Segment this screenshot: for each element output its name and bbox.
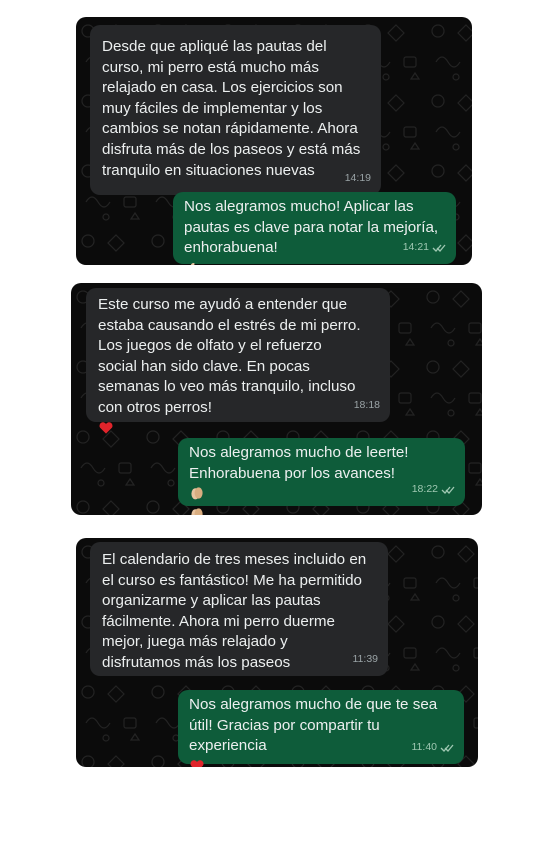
chat-card-2: Este curso me ayudó a entender que estab…	[71, 283, 482, 515]
clapping-hands-icon	[191, 508, 203, 515]
outgoing-message[interactable]: Nos alegramos mucho de que te sea útil! …	[178, 690, 464, 767]
message-text: Desde que apliqué las pautas del curso, …	[102, 38, 361, 179]
read-ticks-icon	[441, 486, 455, 494]
clapping-hands-icon	[191, 487, 203, 500]
chat-card-3: El calendario de tres meses incluido en …	[76, 538, 478, 767]
outgoing-message[interactable]: Nos alegramos mucho! Aplicar las pautas …	[173, 192, 456, 265]
incoming-message[interactable]: Desde que apliqué las pautas del curso, …	[90, 25, 381, 195]
read-ticks-icon	[440, 744, 454, 752]
red-heart-icon	[99, 421, 113, 434]
chat-card-1: Desde que apliqué las pautas del curso, …	[76, 17, 472, 265]
red-heart-icon	[190, 760, 204, 767]
message-text: El calendario de tres meses incluido en …	[102, 551, 367, 671]
message-text: Este curso me ayudó a entender que estab…	[98, 295, 379, 439]
message-time: 11:39	[352, 653, 379, 666]
message-time: 18:22	[412, 479, 455, 500]
message-time: 14:19	[344, 172, 371, 185]
incoming-message[interactable]: Este curso me ayudó a entender que estab…	[86, 288, 390, 434]
message-time: 14:21	[403, 237, 446, 258]
message-time: 11:40	[412, 737, 455, 758]
message-time: 18:18	[353, 399, 380, 412]
incoming-message[interactable]: El calendario de tres meses incluido en …	[90, 542, 388, 676]
flexed-biceps-icon	[190, 262, 195, 265]
outgoing-message[interactable]: Nos alegramos mucho de leerte! Enhorabue…	[178, 438, 465, 515]
read-ticks-icon	[432, 244, 446, 252]
